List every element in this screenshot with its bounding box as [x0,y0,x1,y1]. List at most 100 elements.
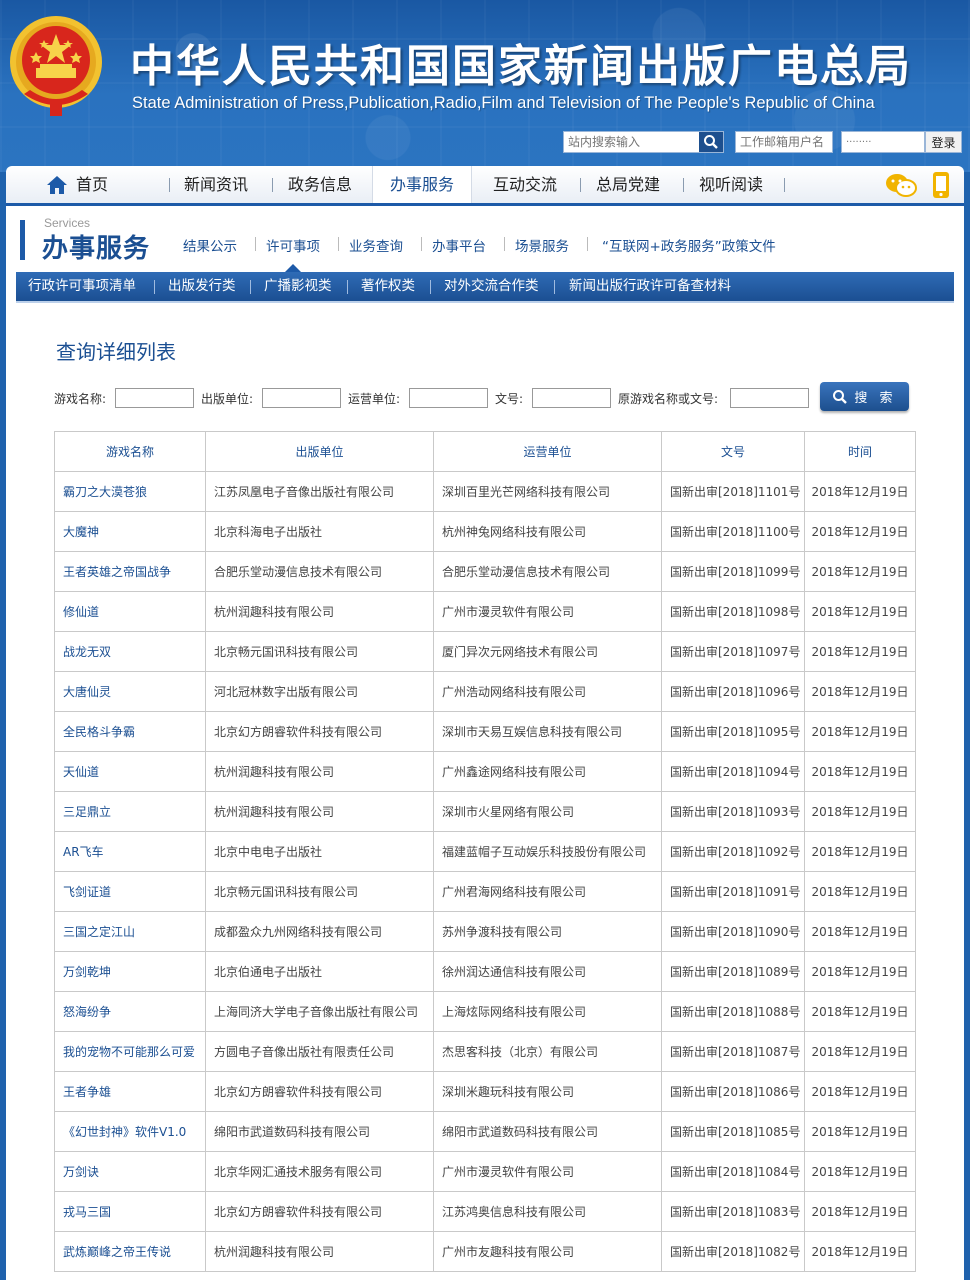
cell-game-name[interactable]: 全民格斗争霸 [54,711,206,752]
nav-item-interaction[interactable]: 互动交流 [493,166,557,203]
table-row: 万剑乾坤 北京伯通电子出版社 徐州润达通信科技有限公司 国新出审[2018]1089号… [54,951,916,992]
subnav-divider [255,237,256,251]
cell-publisher: 杭州润趣科技有限公司 [205,791,434,832]
section-accent-bar [20,220,25,260]
cell-publisher: 绵阳市武道数码科技有限公司 [205,1111,434,1152]
cell-game-name[interactable]: 戎马三国 [54,1191,206,1232]
cell-operator: 江苏鸿奥信息科技有限公司 [433,1191,662,1232]
subnav-platform[interactable]: 办事平台 [432,235,486,255]
cell-publisher: 北京畅元国讯科技有限公司 [205,871,434,912]
category-broadcast[interactable]: 广播影视类 [264,272,332,301]
cell-game-name[interactable]: 万剑乾坤 [54,951,206,992]
filter-original-name-input[interactable] [730,388,809,408]
cell-document-no: 国新出审[2018]1086号 [661,1071,805,1112]
nav-item-news[interactable]: 新闻资讯 [184,166,248,203]
cell-publisher: 北京科海电子出版社 [205,511,434,552]
nav-item-party[interactable]: 总局党建 [596,166,660,203]
subnav-scene-services[interactable]: 场景服务 [515,235,569,255]
subnav-divider [421,237,422,251]
category-divider [554,280,555,294]
cell-game-name[interactable]: 我的宠物不可能那么可爱 [54,1031,206,1072]
nav-item-services[interactable]: 办事服务 [372,166,472,203]
subnav-results[interactable]: 结果公示 [183,235,237,255]
content-panel: Services 办事服务 结果公示 许可事项 业务查询 办事平台 场景服务 “… [6,206,964,1280]
cell-game-name[interactable]: 王者争雄 [54,1071,206,1112]
cell-operator: 广州市漫灵软件有限公司 [433,1151,662,1192]
cell-date: 2018年12月19日 [804,831,916,872]
cell-operator: 广州君海网络科技有限公司 [433,871,662,912]
nav-item-government[interactable]: 政务信息 [288,166,352,203]
category-license-list[interactable]: 行政许可事项清单 [28,272,136,301]
cell-date: 2018年12月19日 [804,671,916,712]
cell-document-no: 国新出审[2018]1097号 [661,631,805,672]
search-icon [704,135,718,149]
cell-operator: 杰思客科技（北京）有限公司 [433,1031,662,1072]
cell-game-name[interactable]: 飞剑证道 [54,871,206,912]
category-divider [250,280,251,294]
subnav-business-query[interactable]: 业务查询 [349,235,403,255]
table-row: 王者英雄之帝国战争 合肥乐堂动漫信息技术有限公司 合肥乐堂动漫信息技术有限公司 国新出… [54,551,916,592]
filter-operator-input[interactable] [409,388,488,408]
filter-game-name-input[interactable] [115,388,194,408]
cell-game-name[interactable]: 天仙道 [54,751,206,792]
table-row: 我的宠物不可能那么可爱 方圆电子音像出版社有限责任公司 杰思客科技（北京）有限公司国… [54,1031,916,1072]
cell-operator: 深圳米趣玩科技有限公司 [433,1071,662,1112]
wechat-icon[interactable] [885,172,917,198]
home-icon [47,176,67,194]
site-search-input[interactable] [564,132,699,152]
column-header-date: 时间 [804,431,916,472]
mail-password-input[interactable] [841,131,925,153]
cell-operator: 广州鑫途网络科技有限公司 [433,751,662,792]
category-publishing[interactable]: 出版发行类 [168,272,236,301]
cell-date: 2018年12月19日 [804,1151,916,1192]
subnav-policy-docs[interactable]: “互联网+政务服务”政策文件 [602,235,776,255]
cell-game-name[interactable]: 三足鼎立 [54,791,206,832]
cell-date: 2018年12月19日 [804,551,916,592]
site-title-en: State Administration of Press,Publicatio… [132,94,875,112]
cell-publisher: 北京幻方朗睿软件科技有限公司 [205,1191,434,1232]
list-title: 查询详细列表 [56,340,176,364]
national-emblem-icon [10,16,102,116]
filter-label-original-name: 原游戏名称或文号: [618,392,719,406]
filter-document-no-input[interactable] [532,388,611,408]
cell-operator: 福建蓝帽子互动娱乐科技股份有限公司 [433,831,662,872]
list-search-button[interactable]: 搜 索 [820,382,909,411]
table-row: 全民格斗争霸 北京幻方朗睿软件科技有限公司 深圳市天易互娱信息科技有限公司 国新出审[… [54,711,916,752]
subnav-divider [338,237,339,251]
cell-game-name[interactable]: 武炼巅峰之帝王传说 [54,1231,206,1272]
cell-document-no: 国新出审[2018]1101号 [661,471,805,512]
cell-game-name[interactable]: 怒海纷争 [54,991,206,1032]
cell-game-name[interactable]: 王者英雄之帝国战争 [54,551,206,592]
cell-publisher: 杭州润趣科技有限公司 [205,1231,434,1272]
subnav-active-pointer [285,264,301,272]
cell-game-name[interactable]: 大唐仙灵 [54,671,206,712]
category-filing-materials[interactable]: 新闻出版行政许可备查材料 [569,272,731,301]
cell-game-name[interactable]: 万剑诀 [54,1151,206,1192]
results-table: 游戏名称 出版单位 运营单位 文号 时间 霸刀之大漠苍狼 江苏凤凰电子音像出版社有… [54,431,916,1272]
filter-publisher-input[interactable] [262,388,341,408]
mail-username-input[interactable] [735,131,833,153]
cell-date: 2018年12月19日 [804,471,916,512]
category-foreign-exchange[interactable]: 对外交流合作类 [444,272,539,301]
cell-game-name[interactable]: 修仙道 [54,591,206,632]
site-search-box [563,131,724,153]
mobile-icon[interactable] [931,171,951,199]
category-copyright[interactable]: 著作权类 [361,272,415,301]
nav-item-home[interactable]: 首页 [76,166,108,203]
site-search-button[interactable] [699,132,723,152]
table-header-row: 游戏名称 出版单位 运营单位 文号 时间 [54,431,916,472]
login-button[interactable]: 登录 [925,131,962,153]
nav-item-media[interactable]: 视听阅读 [699,166,763,203]
cell-game-name[interactable]: 战龙无双 [54,631,206,672]
cell-document-no: 国新出审[2018]1084号 [661,1151,805,1192]
cell-date: 2018年12月19日 [804,1231,916,1272]
cell-game-name[interactable]: 三国之定江山 [54,911,206,952]
cell-date: 2018年12月19日 [804,871,916,912]
cell-game-name[interactable]: AR飞车 [54,831,206,872]
cell-game-name[interactable]: 霸刀之大漠苍狼 [54,471,206,512]
cell-publisher: 江苏凤凰电子音像出版社有限公司 [205,471,434,512]
subnav-licensing[interactable]: 许可事项 [266,235,320,255]
cell-document-no: 国新出审[2018]1095号 [661,711,805,752]
cell-game-name[interactable]: 《幻世封神》软件V1.0 [54,1111,206,1152]
cell-game-name[interactable]: 大魔神 [54,511,206,552]
